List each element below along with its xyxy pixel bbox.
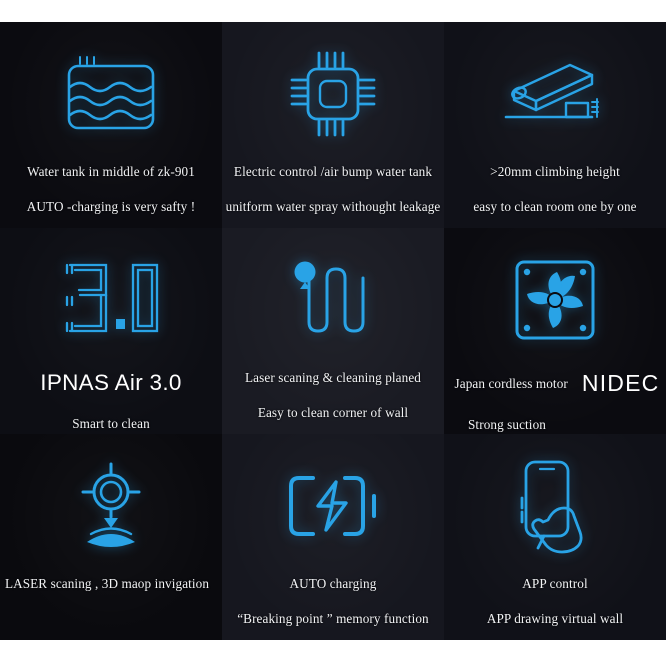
feature-cell-laser-navigation[interactable]: LASER scaning , 3D maop invigation [0,434,222,640]
caption-line: “Breaking point ” memory function [237,611,429,627]
caption-line: AUTO charging [289,576,377,591]
feature-cell-laser-scanning-path[interactable]: Laser scaning & cleaning planed Easy to … [222,228,444,434]
laser-navigation-icon [63,446,159,566]
cleaning-path-icon [289,240,377,360]
caption-line: >20mm climbing height [490,164,620,179]
caption-line: Easy to clean corner of wall [257,405,409,421]
nidec-logo: NIDEC [581,370,660,396]
caption-line: LASER scaning , 3D maop invigation [4,576,210,591]
caption-line: AUTO -charging is very safty ! [26,199,196,215]
water-tank-icon [63,34,159,154]
three-point-zero-icon [61,240,161,360]
cpu-chip-icon [286,34,380,154]
feature-cell-app-control[interactable]: APP control APP drawing virtual wall [444,434,666,640]
feature-cell-ipnas-air[interactable]: IPNAS Air 3.0 Smart to clean [0,228,222,434]
caption-line: Electric control /air bump water tank [233,164,433,179]
caption-line: APP drawing virtual wall [486,611,624,627]
caption-line: Laser scaning & cleaning planed [245,370,421,385]
caption-line: Water tank in middle of zk-901 [27,164,195,179]
caption-line: APP control [522,576,588,591]
caption-line: unitform water spray withought leakage [225,199,441,215]
caption-line: Strong suction [468,417,546,432]
feature-grid: Water tank in middle of zk-901 AUTO -cha… [0,22,666,640]
caption-line: Smart to clean [72,416,150,431]
brand-title: IPNAS Air 3.0 [40,370,182,395]
caption-line: Japan cordless motor [454,375,568,391]
feature-cell-cordless-motor[interactable]: Japan cordless motor NIDEC Strong suctio… [444,228,666,434]
feature-cell-electric-control[interactable]: Electric control /air bump water tank un… [222,22,444,228]
feature-cell-water-tank[interactable]: Water tank in middle of zk-901 AUTO -cha… [0,22,222,228]
feature-cell-auto-charging[interactable]: AUTO charging “Breaking point ” memory f… [222,434,444,640]
phone-in-hand-icon [512,446,598,566]
climbing-ramp-icon [500,34,610,154]
battery-charging-icon [283,446,383,566]
caption-line: easy to clean room one by one [473,199,637,215]
fan-motor-icon [513,240,597,360]
feature-cell-climbing-height[interactable]: >20mm climbing height easy to clean room… [444,22,666,228]
